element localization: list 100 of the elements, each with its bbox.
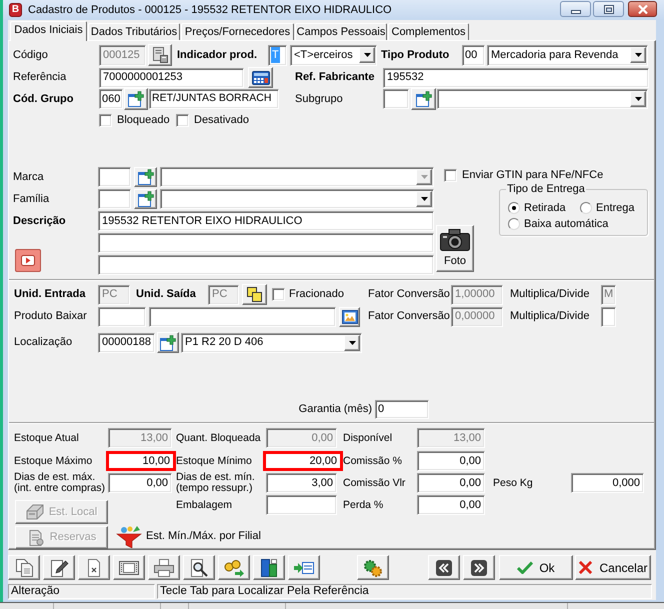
family-dropdown[interactable] (160, 189, 434, 209)
packaging-field[interactable] (266, 495, 337, 515)
delivery-option-radio[interactable] (508, 202, 520, 214)
close-button[interactable] (628, 1, 657, 17)
picture-button[interactable] (339, 306, 360, 326)
toolbar-button[interactable] (78, 555, 110, 580)
play-button[interactable] (15, 249, 41, 272)
lookup-button[interactable] (157, 332, 179, 353)
deactivated-checkbox[interactable] (176, 114, 189, 127)
lookup-button[interactable] (124, 88, 148, 110)
toolbar-button[interactable] (253, 555, 285, 580)
calculator-button[interactable] (248, 67, 273, 88)
delivery-type-title: Tipo de Entrega (506, 183, 586, 196)
tab[interactable]: Complementos (388, 23, 469, 40)
description-field[interactable] (98, 255, 434, 275)
minimize-button[interactable] (560, 1, 591, 17)
description-field[interactable] (98, 233, 434, 253)
product-indicator-label: Indicador prod. (177, 48, 258, 63)
warranty-field[interactable]: 0 (375, 400, 429, 419)
group-name-field[interactable]: RET/JUNTAS BORRACH (149, 89, 279, 109)
product-to-deduct-name-field[interactable] (149, 306, 336, 326)
fractional-checkbox[interactable] (272, 288, 285, 301)
document-button[interactable] (148, 44, 172, 66)
squares-button[interactable] (242, 284, 267, 305)
lookup-button[interactable] (134, 189, 157, 209)
window-plus-icon (128, 91, 144, 107)
current-label: Estoque Atual (14, 432, 79, 444)
window-plus-icon (416, 91, 432, 107)
min-days-field[interactable]: 3,00 (266, 473, 337, 493)
minimum-field[interactable]: 20,00 (263, 451, 343, 471)
location-code-field[interactable]: 00000188 (98, 332, 155, 352)
delivery-option-radio[interactable] (580, 202, 592, 214)
blocked-label: Quant. Bloqueada (176, 432, 261, 444)
next-button[interactable] (463, 555, 495, 580)
photo-button[interactable]: Foto (436, 225, 474, 272)
delivery-option-radio[interactable] (508, 218, 520, 230)
toolbar-button[interactable] (183, 555, 215, 580)
commission-value-field[interactable]: 0,00 (417, 473, 485, 493)
family-label: Família (13, 192, 50, 207)
window-plus-icon (160, 334, 176, 350)
product-type-code-field[interactable]: 00 (462, 44, 485, 66)
entry-unit-label: Unid. Entrada (14, 287, 86, 302)
close-icon (638, 4, 648, 14)
product-indicator-dropdown[interactable]: <T>erceiros (290, 44, 377, 66)
family-code-field[interactable] (98, 189, 131, 209)
group-code-field[interactable]: 060 (99, 89, 123, 109)
product-to-deduct-label: Produto Baixar (14, 309, 87, 324)
delivery-option-label: Entrega (596, 200, 635, 216)
available-label: Disponível (343, 432, 392, 444)
weight-kg-label: Peso Kg (493, 478, 533, 488)
product-type-dropdown[interactable]: Mercadoria para Revenda (487, 44, 648, 66)
toolbar-button[interactable] (43, 555, 75, 580)
brand-label: Marca (13, 170, 44, 185)
lookup-button[interactable] (411, 88, 436, 110)
brand-code-field[interactable] (98, 167, 131, 187)
film-icon (119, 558, 139, 576)
commission-percent-field[interactable]: 0,00 (417, 451, 485, 471)
document-icon (26, 530, 45, 546)
minimize-icon (570, 10, 580, 14)
delivery-option-label: Retirada (524, 200, 566, 216)
manufacturer-reference-field[interactable]: 195532 (383, 68, 649, 88)
manufacturer-reference-label: Ref. Fabricante (295, 70, 374, 86)
product-type-label: Tipo Produto (381, 48, 450, 63)
subgroup-code-field[interactable] (383, 89, 409, 109)
gears-icon (363, 558, 383, 576)
cancel-button[interactable]: Cancelar (575, 555, 651, 580)
tab[interactable]: Dados Tributários (88, 23, 180, 40)
product-to-deduct-code-field[interactable] (98, 306, 146, 326)
minimum-label: Estoque Mínimo (176, 456, 252, 466)
max-days-field[interactable]: 0,00 (108, 473, 172, 493)
description-field[interactable]: 195532 RETENTOR EIXO HIDRAULICO (98, 211, 434, 231)
loss-percent-field[interactable]: 0,00 (417, 495, 485, 515)
funnel-icon (116, 525, 142, 548)
subgroup-dropdown[interactable] (437, 89, 648, 109)
tab[interactable]: Campos Pessoais (295, 23, 387, 40)
previous-button[interactable] (428, 555, 460, 580)
squares-icon (247, 287, 262, 302)
tab[interactable]: Dados Iniciais (10, 21, 87, 41)
toolbar-button[interactable] (218, 555, 250, 580)
lookup-button[interactable] (134, 167, 157, 187)
fractional-label: Fracionado (289, 287, 344, 302)
send-gtin-label: Enviar GTIN para NFe/NFCe (462, 168, 604, 184)
tab[interactable]: Preços/Fornecedores (181, 23, 294, 40)
blocked-checkbox[interactable] (99, 114, 112, 127)
branch-min-max-button[interactable]: Est. Mín./Máx. por Filial (116, 525, 261, 548)
ok-button[interactable]: Ok (499, 555, 573, 580)
toolbar-button[interactable] (113, 555, 145, 580)
toolbar-button[interactable] (8, 555, 40, 580)
send-gtin-checkbox[interactable] (444, 169, 457, 182)
deactivated-label: Desativado (194, 113, 250, 128)
maximum-field[interactable]: 10,00 (106, 451, 176, 471)
toolbar-button[interactable] (357, 555, 389, 580)
toolbar-button[interactable] (288, 555, 320, 580)
location-dropdown[interactable]: P1 R2 20 D 406 (181, 332, 362, 352)
reference-field[interactable]: 7000000001253 (99, 68, 244, 88)
brand-dropdown[interactable] (160, 167, 434, 187)
weight-kg-field[interactable]: 0,000 (571, 473, 644, 493)
toolbar-button[interactable] (148, 555, 180, 580)
exit-unit-label: Unid. Saída (136, 287, 196, 302)
maximize-button[interactable] (593, 1, 624, 17)
